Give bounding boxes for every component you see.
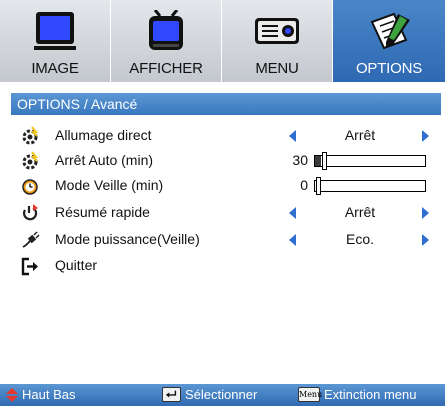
slider-track[interactable] (314, 177, 426, 195)
footer-exit-label: Extinction menu (324, 387, 417, 402)
up-down-arrows-icon (6, 388, 18, 402)
row-label: Quitter (55, 257, 98, 273)
plug-icon (22, 231, 40, 248)
row-mode-puissance[interactable]: Mode puissance(Veille) Eco. (0, 228, 445, 252)
options-list: Allumage direct Arrêt Arrêt Auto (min) 3… (0, 0, 445, 406)
gear-spark-icon (22, 151, 39, 170)
row-label: Mode puissance(Veille) (55, 231, 200, 247)
row-value: Eco. (345, 231, 374, 247)
arrow-left-icon[interactable] (289, 130, 296, 142)
enter-key-icon (162, 387, 181, 402)
slider-value: 0 (300, 177, 308, 193)
arrow-right-icon[interactable] (422, 130, 429, 142)
footer-nav-label: Haut Bas (22, 387, 76, 402)
slider-value: 30 (292, 152, 308, 168)
arrow-right-icon[interactable] (422, 234, 429, 246)
arrow-left-icon[interactable] (289, 234, 296, 246)
clock-icon (22, 179, 38, 195)
row-value: Arrêt (344, 204, 376, 220)
slider-track[interactable] (314, 152, 426, 170)
row-mode-veille[interactable]: Mode Veille (min) 0 (0, 174, 445, 198)
arrow-left-icon[interactable] (289, 207, 296, 219)
row-value: Arrêt (344, 127, 376, 143)
arrow-right-icon[interactable] (422, 207, 429, 219)
slider-knob[interactable] (316, 177, 321, 195)
gear-spark-icon (22, 126, 39, 145)
row-allumage-direct[interactable]: Allumage direct Arrêt (0, 124, 445, 148)
menu-key-icon: Menu (298, 387, 322, 402)
slider-fill (315, 156, 321, 166)
row-quitter[interactable]: Quitter (0, 254, 445, 278)
exit-icon (21, 257, 38, 276)
slider-knob[interactable] (321, 152, 327, 170)
row-label: Arrêt Auto (min) (55, 152, 154, 168)
row-label: Mode Veille (min) (55, 177, 164, 193)
footer-bar: Haut Bas Sélectionner Menu Extinction me… (0, 384, 445, 406)
row-label: Allumage direct (55, 127, 152, 143)
row-resume-rapide[interactable]: Résumé rapide Arrêt (0, 201, 445, 225)
row-arret-auto[interactable]: Arrêt Auto (min) 30 (0, 149, 445, 173)
projector-osd-menu: IMAGE AFFICHER MENU OPTIONS OPTIONS / Av… (0, 0, 445, 406)
power-arrow-icon (22, 204, 38, 221)
footer-select-label: Sélectionner (185, 387, 258, 402)
row-label: Résumé rapide (55, 204, 150, 220)
